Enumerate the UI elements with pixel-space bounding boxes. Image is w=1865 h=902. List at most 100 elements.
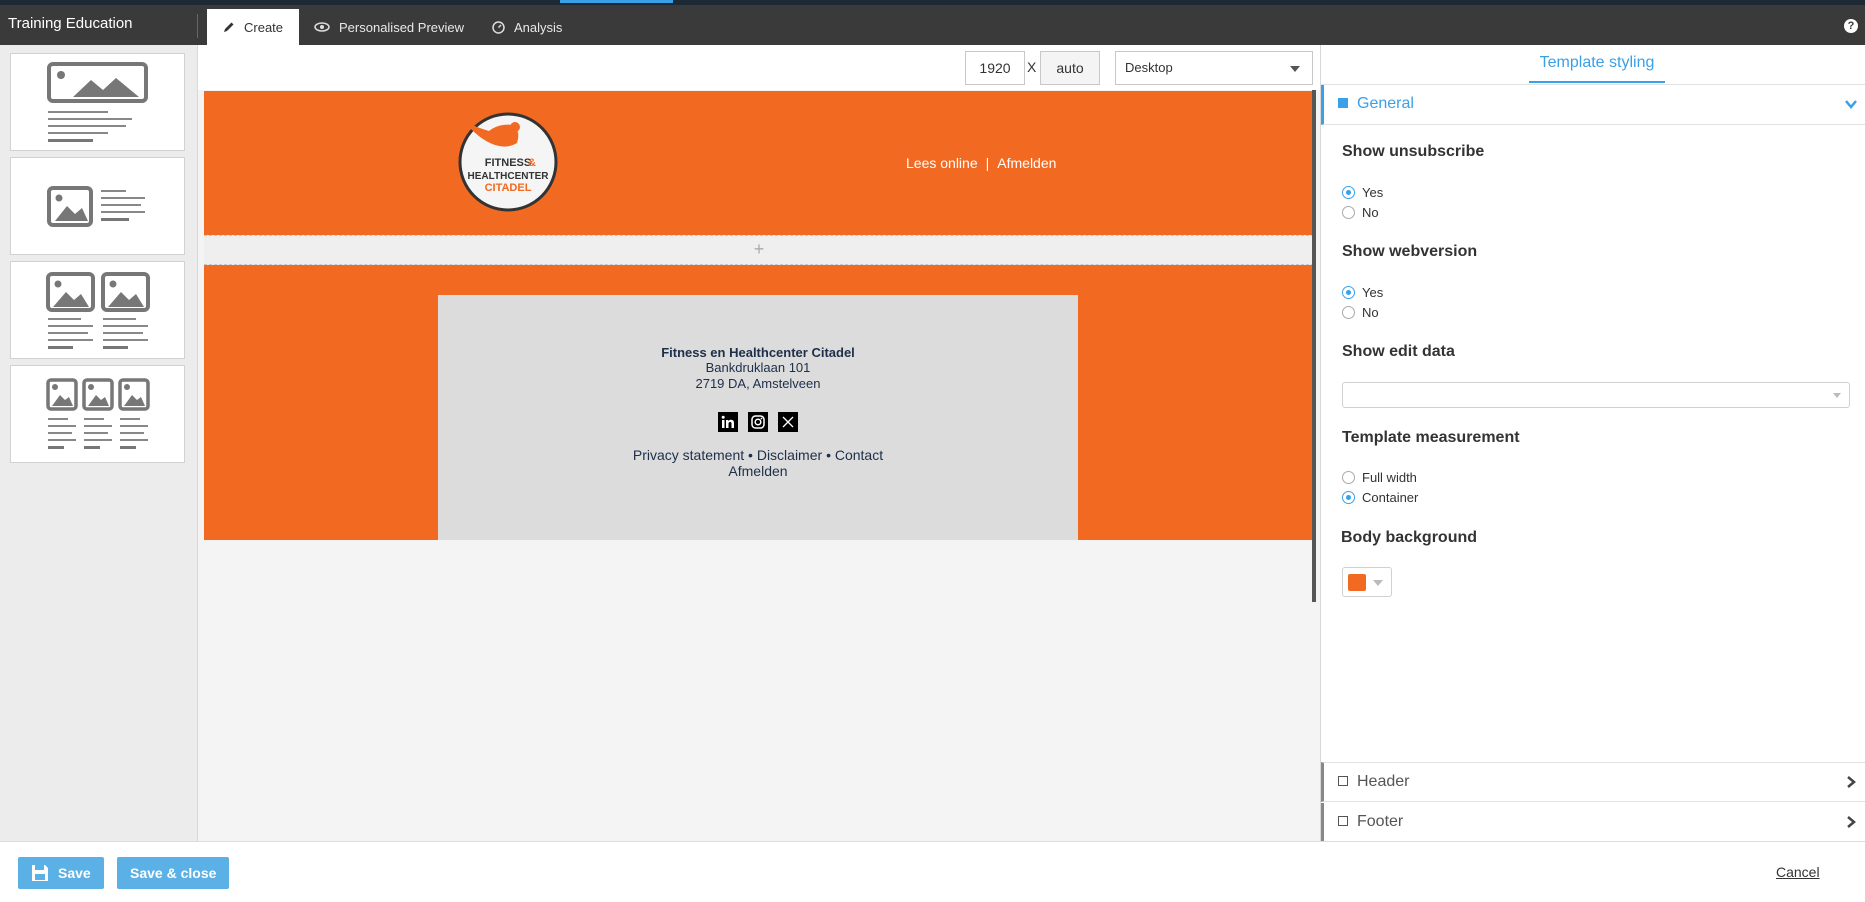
template-styling-panel: Template styling General Show unsubscrib… (1320, 45, 1865, 843)
unsubscribe-link[interactable]: Afmelden (997, 155, 1056, 171)
eye-icon (314, 22, 330, 32)
section-header[interactable]: Header (1321, 762, 1865, 802)
linkedin-icon[interactable] (718, 412, 738, 432)
action-bar: Save Save & close Cancel (0, 841, 1865, 902)
chevron-down-icon (1833, 393, 1841, 398)
logo-text-line3: CITADEL (485, 182, 532, 194)
pencil-icon (223, 21, 235, 33)
block-three-columns[interactable] (10, 365, 185, 463)
color-swatch (1348, 574, 1366, 591)
canvas-toolbar: 1920 X auto Desktop (198, 45, 1320, 90)
tab-personalised-preview[interactable]: Personalised Preview (298, 9, 480, 45)
section-general[interactable]: General (1321, 85, 1865, 125)
link-separator: | (985, 155, 990, 171)
title-divider (197, 14, 198, 38)
save-and-close-button[interactable]: Save & close (117, 857, 230, 889)
chevron-right-icon (1844, 775, 1858, 794)
footer-unsubscribe-link[interactable]: Afmelden (728, 463, 787, 479)
fitness-citadel-logo: FITNESS & HEALTHCENTER CITADEL (458, 112, 558, 212)
show-unsubscribe-yes[interactable]: Yes (1342, 185, 1383, 200)
chevron-right-icon (1844, 815, 1858, 834)
radio-icon (1342, 471, 1355, 484)
body-background-color-picker[interactable] (1342, 567, 1392, 597)
radio-selected-icon (1342, 491, 1355, 504)
contact-link[interactable]: Contact (835, 447, 883, 463)
header-links: Lees online | Afmelden (906, 155, 1056, 171)
section-label: General (1357, 95, 1414, 112)
company-name: Fitness en Healthcenter Citadel (661, 345, 855, 360)
address-line-1: Bankdruklaan 101 (705, 360, 811, 375)
tab-analysis[interactable]: Analysis (476, 9, 578, 45)
email-footer[interactable]: Fitness en Healthcenter Citadel Bankdruk… (204, 265, 1314, 540)
radio-label: No (1362, 205, 1379, 220)
tab-label: Create (244, 19, 284, 35)
show-edit-data-select[interactable] (1342, 382, 1850, 408)
top-bar: Training Education Create Personalised P… (0, 0, 1865, 45)
editor-canvas: 1920 X auto Desktop FITNESS & HEALTHCENT… (198, 45, 1320, 841)
square-icon (1338, 816, 1348, 826)
gauge-icon (492, 20, 505, 34)
show-unsubscribe-no[interactable]: No (1342, 205, 1379, 220)
show-unsubscribe-label: Show unsubscribe (1342, 143, 1485, 160)
radio-label: Container (1362, 490, 1419, 505)
radio-icon (1342, 206, 1355, 219)
height-input[interactable]: auto (1040, 51, 1100, 85)
save-button[interactable]: Save (18, 857, 104, 889)
radio-icon (1342, 306, 1355, 319)
measurement-full-width[interactable]: Full width (1342, 470, 1417, 485)
chevron-down-icon (1373, 580, 1383, 586)
blocks-panel (0, 45, 198, 841)
block-image-text[interactable] (10, 53, 185, 151)
section-footer[interactable]: Footer (1321, 803, 1865, 843)
measurement-container[interactable]: Container (1342, 490, 1418, 505)
help-icon[interactable]: ? (1844, 19, 1858, 33)
three-column-block-icon (46, 378, 150, 449)
body-background-label: Body background (1341, 529, 1478, 546)
logo-text-line1: FITNESS (485, 157, 531, 169)
radio-label: No (1362, 305, 1379, 320)
chevron-down-icon (1290, 66, 1300, 72)
two-column-block-icon (46, 272, 150, 349)
logo-text-amp: & (528, 157, 536, 169)
tab-label: Analysis (514, 19, 563, 35)
panel-tab-template-styling[interactable]: Template styling (1529, 54, 1665, 83)
device-select[interactable]: Desktop (1115, 51, 1313, 85)
privacy-statement-link[interactable]: Privacy statement (633, 447, 744, 463)
radio-label: Full width (1362, 470, 1417, 485)
show-webversion-label: Show webversion (1342, 243, 1478, 260)
section-label: Header (1357, 773, 1410, 790)
show-webversion-yes[interactable]: Yes (1342, 285, 1383, 300)
disclaimer-link[interactable]: Disclaimer (757, 447, 822, 463)
section-label: Footer (1357, 813, 1404, 830)
add-block-dropzone[interactable]: + (204, 235, 1314, 265)
tab-label: Personalised Preview (339, 19, 465, 35)
width-input[interactable]: 1920 (965, 51, 1025, 85)
image-text-block-icon (47, 62, 148, 142)
email-header[interactable]: FITNESS & HEALTHCENTER CITADEL Lees onli… (204, 91, 1314, 235)
radio-selected-icon (1342, 286, 1355, 299)
radio-selected-icon (1342, 186, 1355, 199)
block-two-columns[interactable] (10, 261, 185, 359)
button-label: Save (58, 865, 91, 881)
square-icon (1338, 776, 1348, 786)
show-webversion-no[interactable]: No (1342, 305, 1379, 320)
cancel-link[interactable]: Cancel (1776, 864, 1820, 880)
radio-label: Yes (1362, 285, 1384, 300)
chevron-down-icon (1844, 97, 1858, 116)
instagram-icon[interactable] (748, 412, 768, 432)
x-twitter-icon[interactable] (778, 412, 798, 432)
block-image-left-text-right[interactable] (10, 157, 185, 255)
link-separator: • (748, 447, 753, 463)
radio-label: Yes (1362, 185, 1384, 200)
image-side-text-block-icon (47, 186, 145, 227)
address-line-2: 2719 DA, Amstelveen (695, 376, 821, 391)
social-icons (438, 412, 1078, 432)
floppy-disk-icon (31, 864, 49, 882)
canvas-scrollbar[interactable] (1312, 90, 1316, 602)
square-icon (1338, 98, 1348, 108)
tab-create[interactable]: Create (207, 9, 300, 45)
app-title: Training Education (8, 15, 133, 32)
read-online-link[interactable]: Lees online (906, 155, 978, 171)
button-label: Save & close (130, 865, 217, 881)
link-separator: • (826, 447, 831, 463)
